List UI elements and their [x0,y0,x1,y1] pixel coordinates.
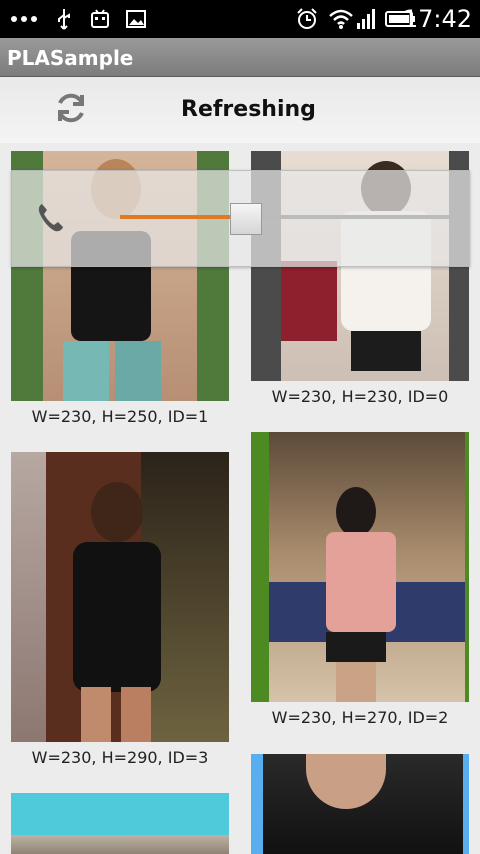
app-title: PLASample [7,46,134,70]
grid-item[interactable] [251,754,480,854]
refresh-label: Refreshing [181,97,316,122]
seek-progress [120,215,246,219]
usb-icon [58,9,70,30]
signal-icon [357,9,375,29]
grid-item[interactable] [11,793,241,854]
photo [11,452,229,742]
photo [251,754,469,854]
item-caption: W=230, H=290, ID=3 [31,748,209,767]
more-dots-icon [11,16,37,22]
image-notification-icon [126,10,146,28]
item-caption: W=230, H=270, ID=2 [271,708,449,727]
phone-icon [38,204,63,232]
photo [11,793,229,854]
seek-thumb[interactable] [230,203,263,235]
volume-overlay [11,170,470,267]
item-caption: W=230, H=230, ID=0 [271,387,449,406]
grid-item[interactable]: W=230, H=270, ID=2 [251,432,480,732]
status-time: 17:42 [402,5,472,33]
status-bar: 17:42 [0,0,480,38]
alarm-icon [297,8,317,29]
seek-bar[interactable] [120,215,450,219]
item-caption: W=230, H=250, ID=1 [31,407,209,426]
photo [251,432,469,702]
grid-item[interactable]: W=230, H=290, ID=3 [11,452,241,772]
wifi-icon [329,9,353,29]
action-bar: PLASample [0,38,480,77]
android-debug-icon [91,9,109,28]
refresh-icon [58,93,84,123]
pull-refresh-header: Refreshing [0,77,480,143]
